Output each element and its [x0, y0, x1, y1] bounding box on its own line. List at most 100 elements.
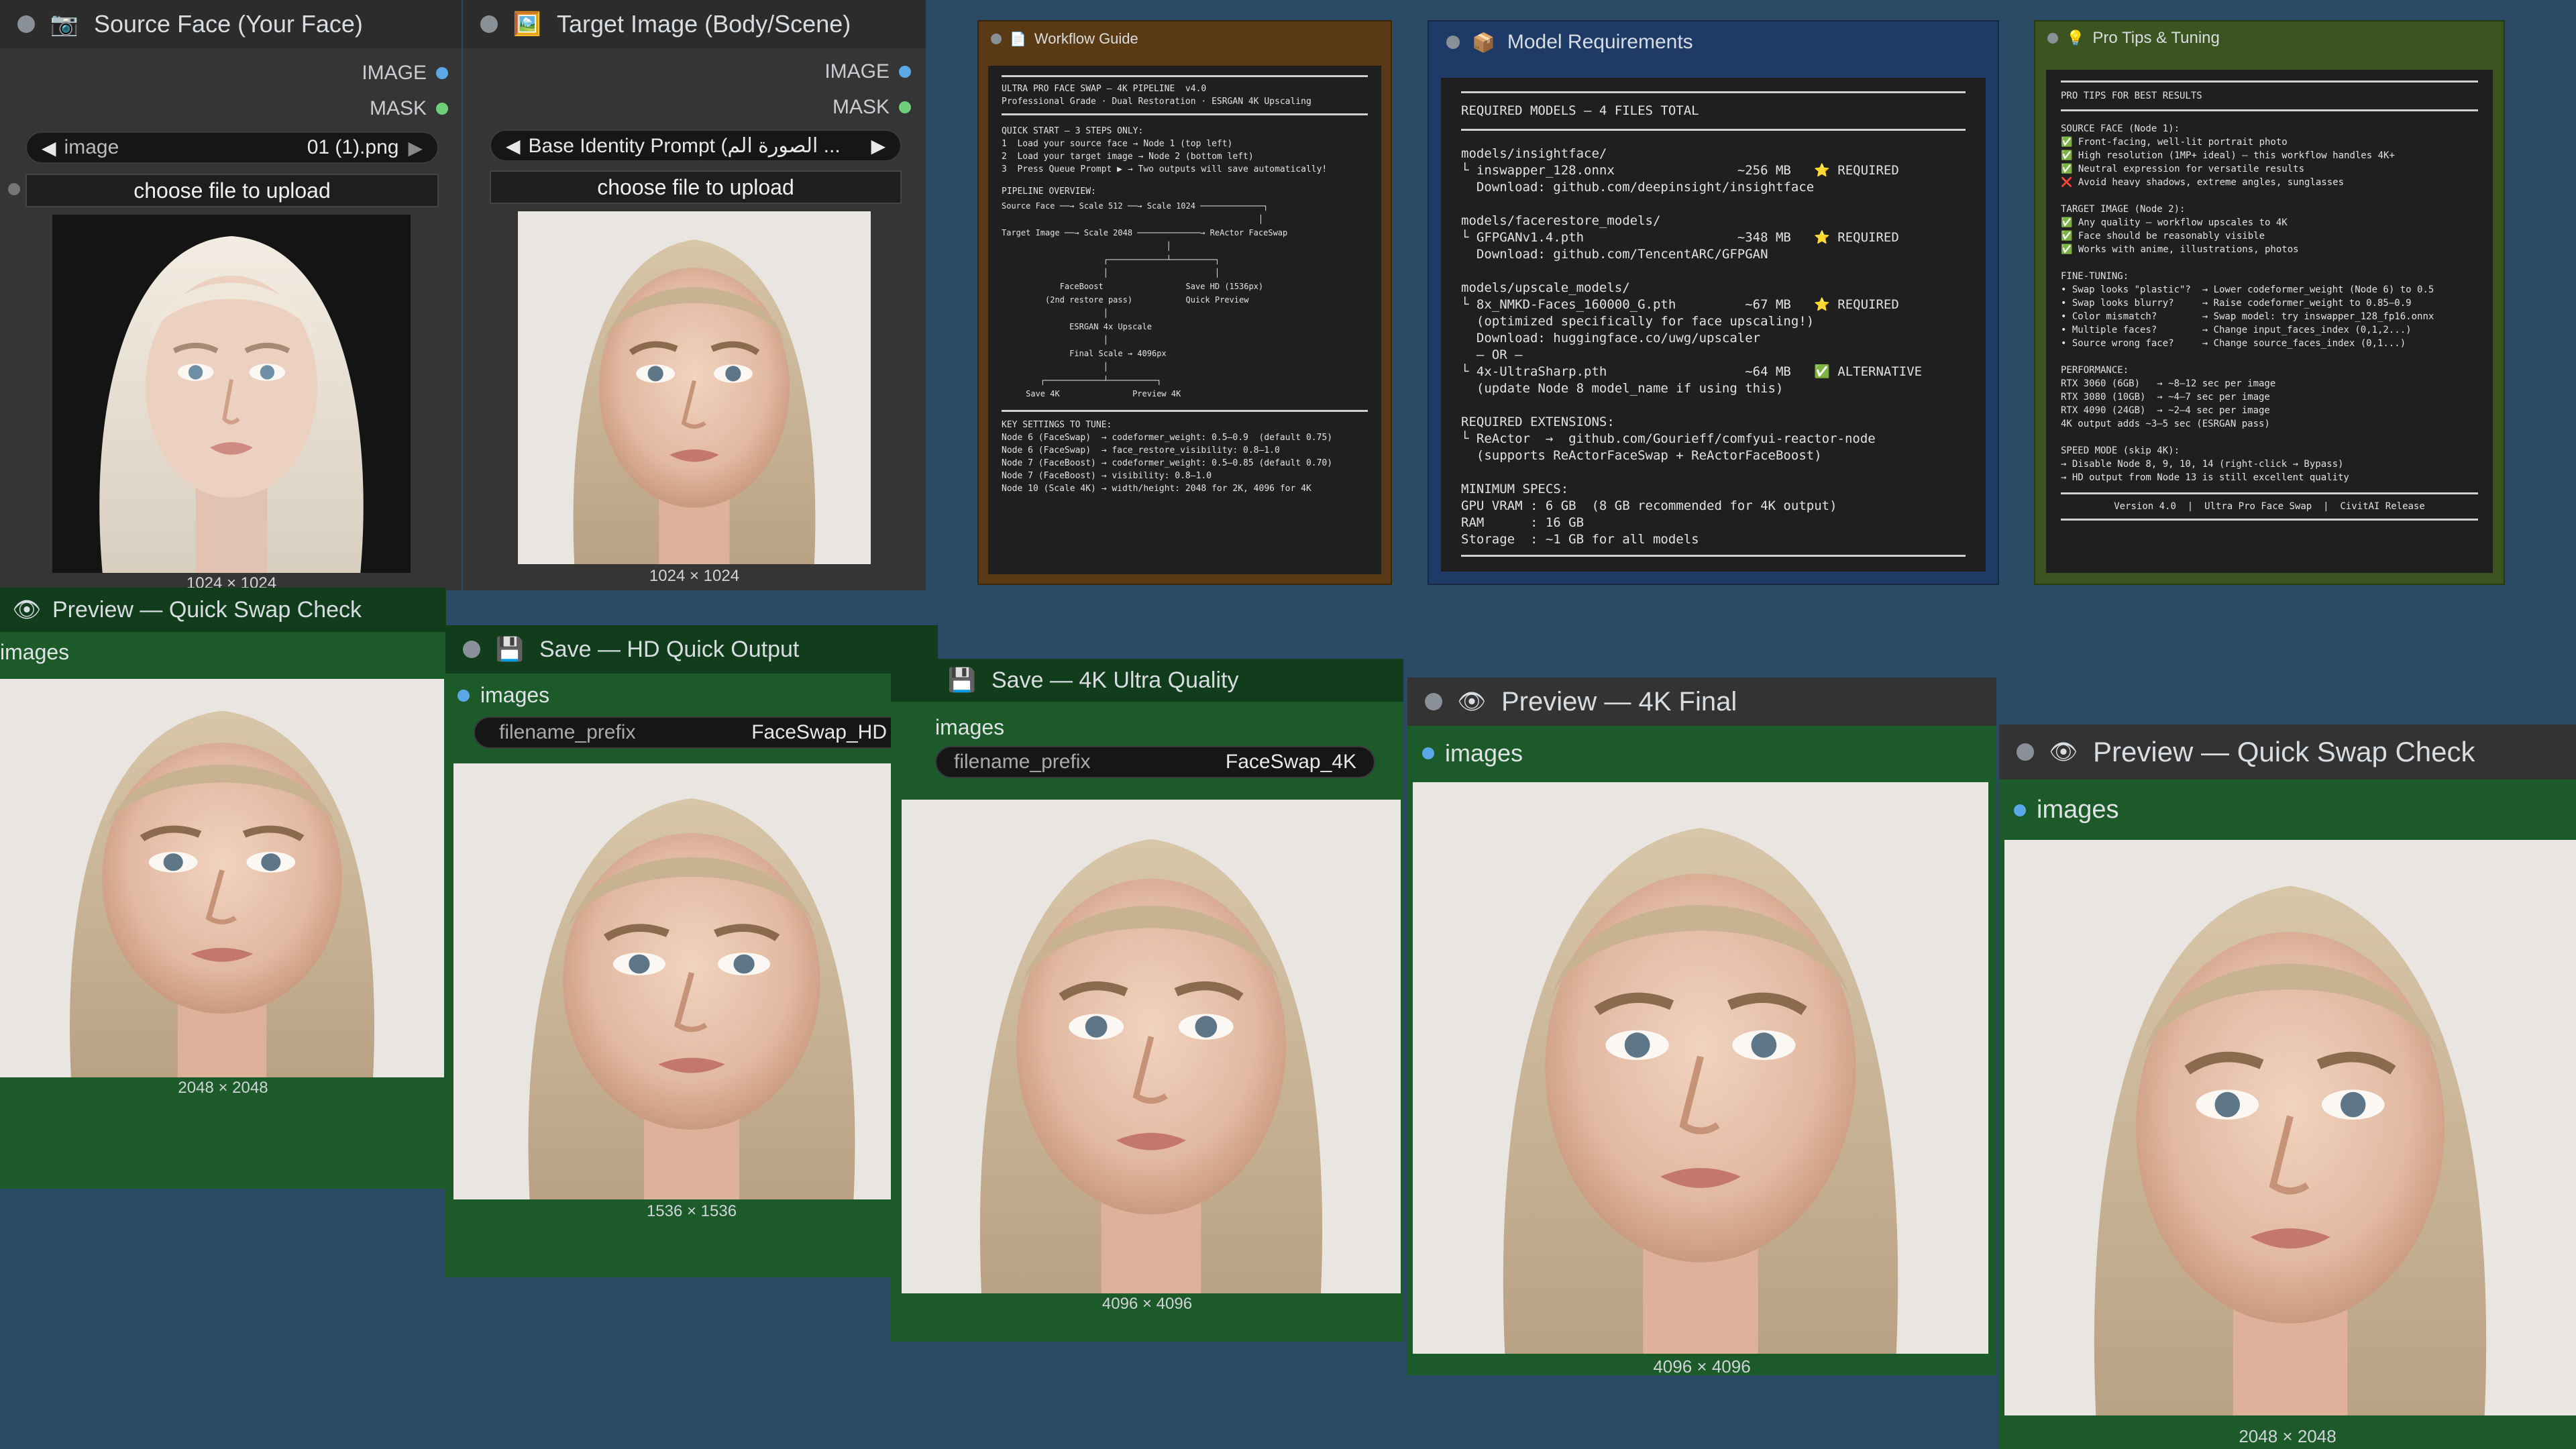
preview-quick-right-node[interactable]: 👁 Preview — Quick Swap Check images 2048… [1999, 724, 2576, 1449]
source-image-preview [52, 215, 411, 573]
floppy-icon: 💾 [947, 667, 977, 693]
node-title: Target Image (Body/Scene) [557, 10, 851, 38]
note-title: Pro Tips & Tuning [2092, 29, 2220, 47]
node-title-bar[interactable]: 👁 Preview — Quick Swap Check [0, 588, 446, 632]
workflow-guide-note[interactable]: 📄 Workflow Guide ULTRA PRO FACE SWAP — 4… [977, 20, 1392, 585]
next-arrow-icon[interactable]: ▶ [408, 137, 423, 159]
preview-4k-node[interactable]: 👁 Preview — 4K Final images 4096 × 4096 [1407, 678, 1996, 1377]
guide-pipeline: Source Face ──→ Scale 512 ──→ Scale 1024… [1002, 201, 1288, 398]
collapse-dot[interactable] [2047, 33, 2058, 44]
collapse-dot[interactable] [480, 15, 498, 33]
node-title-bar[interactable]: 🖼️ Target Image (Body/Scene) [463, 0, 926, 48]
guide-quick-start: QUICK START — 3 STEPS ONLY: 1 Load your … [1002, 126, 1328, 174]
input-port[interactable] [8, 183, 20, 195]
camera-icon: 📷 [50, 11, 79, 37]
node-title-bar[interactable]: 💾 Save — HD Quick Output [445, 625, 938, 674]
prefix-label: filename_prefix [954, 751, 1091, 773]
node-title-bar[interactable]: 👁 Preview — 4K Final [1407, 678, 1996, 726]
image-size-caption: 4096 × 4096 [1653, 1356, 1751, 1377]
node-title: Preview — Quick Swap Check [2093, 736, 2475, 767]
save-4k-node[interactable]: 💾 Save — 4K Ultra Quality images filenam… [891, 659, 1403, 1342]
saved-image-preview [902, 800, 1401, 1293]
node-title-bar[interactable]: 👁 Preview — Quick Swap Check [1999, 724, 2576, 780]
floppy-icon: 💾 [495, 637, 525, 662]
collapse-dot[interactable] [1425, 693, 1442, 710]
next-arrow-icon[interactable]: ▶ [871, 135, 885, 157]
image-size-caption: 1024 × 1024 [649, 567, 740, 585]
images-input-port[interactable] [458, 689, 470, 702]
image-output-port[interactable] [899, 66, 911, 78]
note-text-area[interactable]: PRO TIPS FOR BEST RESULTS SOURCE FACE (N… [2046, 70, 2493, 573]
target-image-node[interactable]: 🖼️ Target Image (Body/Scene) IMAGE MASK … [462, 0, 926, 590]
package-icon: 📦 [1472, 32, 1495, 53]
mask-output-port[interactable] [899, 101, 911, 113]
filename-prefix-field[interactable]: filename_prefix FaceSwap_HD [474, 716, 912, 749]
pro-tips-note[interactable]: 💡 Pro Tips & Tuning PRO TIPS FOR BEST RE… [2034, 20, 2505, 585]
note-text-area[interactable]: ULTRA PRO FACE SWAP — 4K PIPELINE v4.0 P… [988, 66, 1381, 574]
mask-output-port[interactable] [436, 103, 448, 115]
node-title: Preview — 4K Final [1501, 686, 1737, 716]
note-title-bar[interactable]: 💡 Pro Tips & Tuning [2035, 21, 2504, 55]
note-title-bar[interactable]: 📄 Workflow Guide [979, 21, 1391, 56]
output-mask[interactable]: MASK [370, 97, 448, 120]
collapse-dot[interactable] [17, 15, 35, 33]
images-input[interactable]: images [0, 640, 69, 665]
images-input[interactable]: images [1422, 739, 1523, 767]
image-size-caption: 4096 × 4096 [1102, 1295, 1193, 1313]
image-size-caption: 2048 × 2048 [178, 1079, 268, 1097]
image-size-caption: 1536 × 1536 [646, 1202, 737, 1220]
target-image-preview [518, 211, 871, 564]
note-title: Model Requirements [1507, 31, 1693, 53]
models-body: models/insightface/ └ inswapper_128.onnx… [1461, 146, 1923, 547]
node-title-bar[interactable]: 📷 Source Face (Your Face) [0, 0, 463, 48]
preview-image [1413, 782, 1988, 1354]
note-title-bar[interactable]: 📦 Model Requirements [1429, 21, 1998, 63]
node-title: Source Face (Your Face) [94, 10, 363, 38]
preview-quick-left-node[interactable]: 👁 Preview — Quick Swap Check images 2048… [0, 588, 446, 1189]
image-value: 01 (1).png [307, 136, 399, 158]
preview-image [0, 679, 444, 1077]
image-size-caption: 2048 × 2048 [2239, 1426, 2337, 1446]
output-mask[interactable]: MASK [833, 96, 911, 119]
guide-header: ULTRA PRO FACE SWAP — 4K PIPELINE v4.0 P… [1002, 84, 1311, 107]
note-title: Workflow Guide [1034, 30, 1138, 47]
guide-pipeline-title: PIPELINE OVERVIEW: [1002, 186, 1096, 197]
images-input-port[interactable] [2014, 804, 2026, 816]
images-input[interactable]: images [935, 715, 1004, 740]
collapse-dot[interactable] [1446, 36, 1460, 49]
upload-button[interactable]: choose file to upload [25, 174, 439, 207]
prev-arrow-icon[interactable]: ◀ [42, 137, 56, 159]
image-selector[interactable]: ◀ image 01 (1).png ▶ [25, 131, 439, 164]
collapse-dot[interactable] [991, 34, 1002, 44]
output-image[interactable]: IMAGE [824, 60, 911, 83]
filename-prefix-field[interactable]: filename_prefix FaceSwap_4K [935, 746, 1375, 778]
models-header: REQUIRED MODELS — 4 FILES TOTAL [1461, 103, 1699, 118]
node-title: Preview — Quick Swap Check [52, 596, 362, 623]
image-output-port[interactable] [436, 67, 448, 79]
images-input[interactable]: images [2014, 796, 2119, 824]
saved-image-preview [453, 763, 930, 1199]
picture-icon: 🖼️ [513, 11, 542, 37]
source-face-node[interactable]: 📷 Source Face (Your Face) IMAGE MASK ◀ i… [0, 0, 463, 592]
eye-icon: 👁 [12, 597, 42, 623]
node-title: Save — 4K Ultra Quality [991, 667, 1239, 693]
node-title-bar[interactable]: 💾 Save — 4K Ultra Quality [891, 659, 1403, 702]
upload-button[interactable]: choose file to upload [490, 170, 902, 204]
prefix-value: FaceSwap_4K [1225, 751, 1356, 773]
prev-arrow-icon[interactable]: ◀ [506, 135, 521, 157]
images-input-port[interactable] [1422, 747, 1434, 759]
tips-header: PRO TIPS FOR BEST RESULTS [2061, 91, 2202, 101]
image-label: image [64, 136, 119, 158]
eye-icon: 👁 [1457, 689, 1487, 714]
collapse-dot[interactable] [463, 641, 480, 658]
note-text-area[interactable]: REQUIRED MODELS — 4 FILES TOTAL models/i… [1441, 78, 1986, 572]
tips-body: SOURCE FACE (Node 1): ✅ Front-facing, we… [2061, 123, 2434, 483]
model-requirements-note[interactable]: 📦 Model Requirements REQUIRED MODELS — 4… [1428, 20, 1999, 585]
document-icon: 📄 [1010, 32, 1026, 47]
images-input[interactable]: images [458, 683, 549, 708]
output-image[interactable]: IMAGE [362, 62, 448, 85]
save-hd-node[interactable]: 💾 Save — HD Quick Output images filename… [445, 625, 938, 1277]
image-selector[interactable]: ◀ Base Identity Prompt (الصورة الم ... ▶ [490, 129, 902, 162]
collapse-dot[interactable] [2017, 743, 2034, 761]
preview-image [2004, 840, 2576, 1415]
